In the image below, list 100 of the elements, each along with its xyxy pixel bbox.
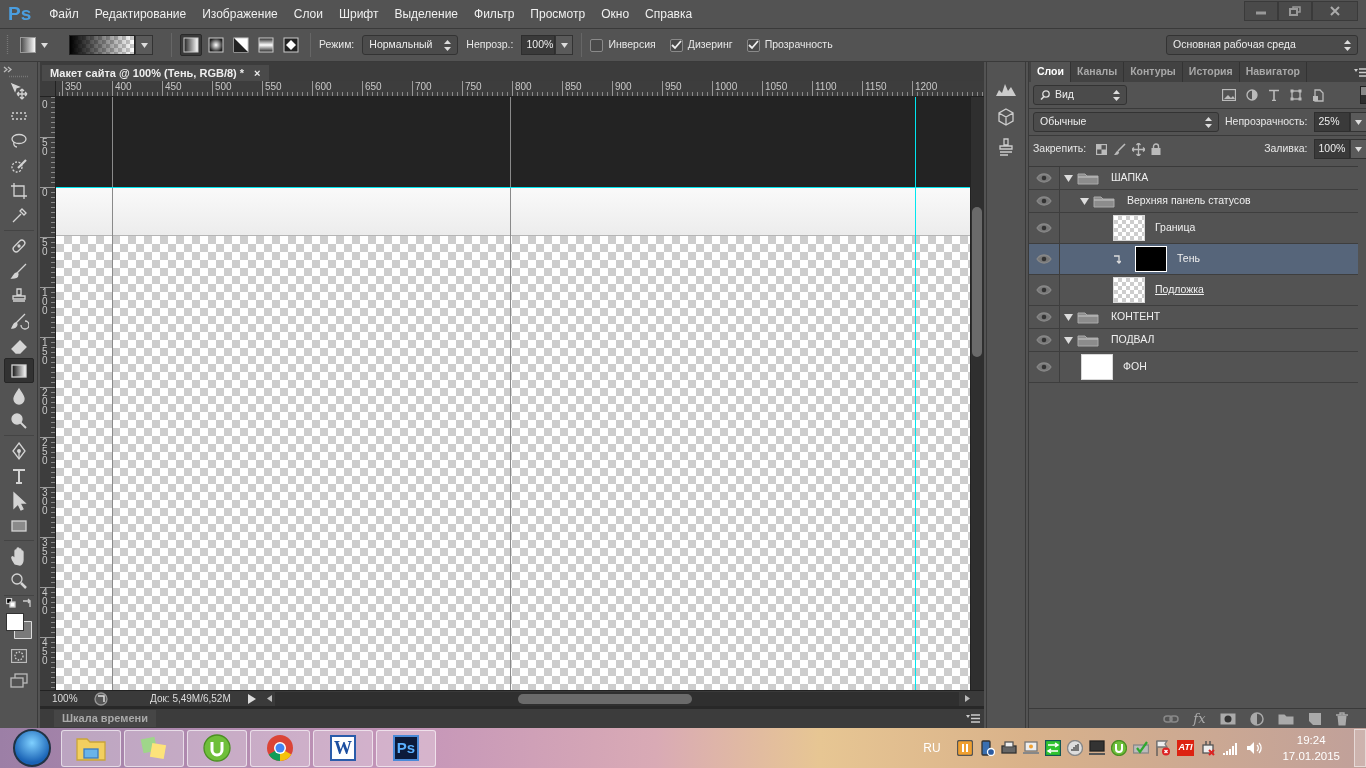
laptop-icon[interactable] [1022, 740, 1039, 756]
scroll-right-icon[interactable] [965, 695, 970, 702]
move-arrows-icon[interactable] [1132, 142, 1146, 156]
layer-row[interactable]: Граница [1029, 213, 1358, 244]
taskbar-button[interactable] [250, 729, 310, 767]
default-colors-icon[interactable] [5, 598, 16, 608]
lock-icon[interactable] [1151, 143, 1162, 155]
panel-tab[interactable]: Слои [1031, 62, 1071, 82]
mode-select[interactable]: Нормальный [362, 35, 459, 55]
checkbox[interactable] [746, 38, 760, 52]
layer-thumbnail[interactable] [1113, 215, 1145, 241]
menu-item[interactable]: Справка [637, 5, 701, 23]
check-icon[interactable] [1132, 740, 1149, 756]
cube-icon[interactable] [997, 108, 1015, 126]
phone-icon[interactable] [978, 740, 995, 756]
menu-item[interactable]: Изображение [194, 5, 286, 23]
menu-item[interactable]: Окно [593, 5, 638, 23]
layer-row[interactable]: ФОН [1029, 352, 1358, 383]
menu-item[interactable]: Выделение [386, 5, 467, 23]
tab-close-button[interactable]: × [254, 64, 261, 82]
taskbar-button[interactable] [187, 729, 247, 767]
fill-input[interactable]: 100% [1313, 139, 1350, 159]
double-arrow-icon[interactable] [3, 66, 13, 73]
transform-box-icon[interactable] [1289, 89, 1302, 101]
layer-name[interactable]: Подложка [1155, 282, 1204, 298]
gradient-type-button[interactable] [205, 34, 227, 56]
layer-row[interactable]: Подложка [1029, 275, 1358, 306]
pause-icon[interactable] [956, 740, 973, 756]
timeline-tab[interactable]: Шкала времени [54, 710, 156, 727]
transfer-arrows-icon[interactable] [1044, 740, 1061, 756]
opacity-input[interactable]: 100% [521, 35, 556, 55]
checkbox-label[interactable]: Прозрачность [764, 37, 833, 53]
half-circle-icon[interactable] [1249, 711, 1264, 726]
swap-arrow-icon[interactable] [21, 598, 32, 608]
eye-icon[interactable] [1036, 173, 1052, 183]
plug-icon[interactable] [1200, 740, 1217, 756]
scrollbar-thumb[interactable] [972, 207, 982, 357]
layer-name[interactable]: ФОН [1123, 359, 1147, 375]
panel-tab[interactable]: История [1182, 62, 1240, 82]
tool-preset-button[interactable] [17, 34, 51, 56]
menu-item[interactable]: Слои [285, 5, 331, 23]
taskbar-button[interactable]: W [313, 729, 373, 767]
layer-name[interactable]: КОНТЕНТ [1111, 309, 1161, 325]
eye-icon[interactable] [1036, 223, 1052, 233]
circle-u-icon[interactable] [1110, 740, 1127, 756]
panel-tab[interactable]: Каналы [1071, 62, 1125, 82]
histogram-icon[interactable] [996, 82, 1016, 96]
gradient-preview[interactable] [69, 35, 135, 55]
lock-transparency-icon[interactable] [1096, 143, 1108, 155]
layer-name[interactable]: ПОДВАЛ [1111, 332, 1155, 348]
layer-name[interactable]: Граница [1155, 220, 1196, 236]
checkbox[interactable] [669, 38, 683, 52]
layer-row[interactable]: Тень [1029, 244, 1358, 275]
panel-tab[interactable]: Контуры [1124, 62, 1183, 82]
play-arrow-icon[interactable] [248, 693, 256, 704]
eye-icon[interactable] [1036, 312, 1052, 322]
layer-name[interactable]: Тень [1177, 251, 1200, 267]
minimize-button[interactable] [1244, 1, 1278, 21]
layer-name[interactable]: Верхняя панель статусов [1127, 193, 1251, 209]
printer-icon[interactable] [1000, 740, 1017, 756]
vertical-scrollbar[interactable] [970, 97, 984, 690]
expand-arrow-icon[interactable] [1064, 313, 1073, 321]
filter-toggle[interactable] [1359, 86, 1366, 104]
checkbox-label[interactable]: Дизеринг [687, 37, 733, 53]
expand-arrow-icon[interactable] [1064, 336, 1073, 344]
brush-icon[interactable] [1113, 142, 1127, 156]
half-circle-icon[interactable] [1245, 89, 1258, 101]
opacity-dropdown[interactable] [555, 35, 574, 55]
panel-tab[interactable]: Навигатор [1239, 62, 1308, 82]
panel-menu-icon[interactable] [966, 714, 980, 723]
mask-icon[interactable] [1219, 712, 1236, 725]
gradient-type-button[interactable] [280, 34, 302, 56]
expand-arrow-icon[interactable] [1064, 174, 1073, 182]
text-filter-icon[interactable] [1267, 89, 1280, 101]
scroll-left-icon[interactable] [267, 695, 272, 702]
menu-item[interactable]: Фильтр [466, 5, 523, 23]
layer-thumbnail[interactable] [1081, 354, 1113, 380]
gradient-type-button[interactable] [255, 34, 277, 56]
scrollbar-thumb[interactable] [518, 693, 692, 704]
eye-icon[interactable] [1036, 196, 1052, 206]
restore-button[interactable] [1278, 1, 1312, 21]
document-icon[interactable] [1311, 88, 1324, 102]
start-button[interactable] [13, 729, 51, 767]
new-layer-icon[interactable] [1307, 711, 1322, 726]
status-menu-icon[interactable] [94, 691, 108, 706]
eye-icon[interactable] [1036, 254, 1052, 264]
gradient-type-button[interactable] [230, 34, 252, 56]
tray-logo[interactable]: ATI [1176, 740, 1195, 756]
folder-icon[interactable] [1277, 712, 1294, 725]
checkbox-label[interactable]: Инверсия [608, 37, 656, 53]
layer-row[interactable]: ПОДВАЛ [1029, 329, 1358, 352]
layer-row[interactable]: Верхняя панель статусов [1029, 190, 1358, 213]
monitor-icon[interactable] [1088, 740, 1105, 756]
foreground-color-swatch[interactable] [5, 613, 24, 631]
eye-icon[interactable] [1036, 285, 1052, 295]
menu-item[interactable]: Редактирование [86, 5, 195, 23]
close-button[interactable] [1312, 1, 1358, 21]
layer-row[interactable]: ШАПКА [1029, 167, 1358, 190]
eye-icon[interactable] [1036, 362, 1052, 372]
flag-icon[interactable] [1154, 740, 1171, 756]
